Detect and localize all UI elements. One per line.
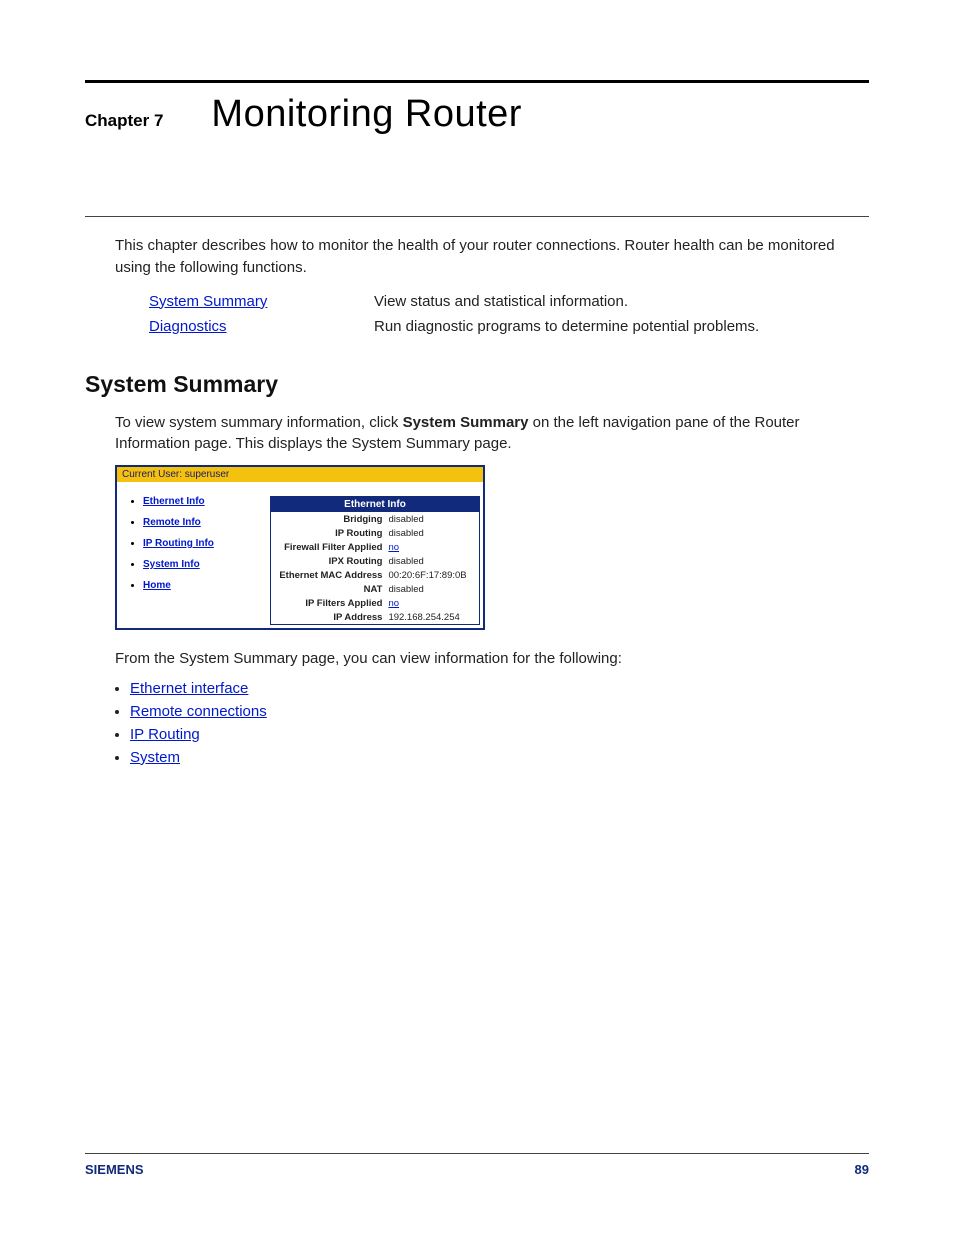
info-value: disabled <box>385 554 479 568</box>
page-footer: SIEMENS 89 <box>85 1153 869 1177</box>
link-ethernet-interface[interactable]: Ethernet interface <box>130 680 248 697</box>
intro-paragraph: This chapter describes how to monitor th… <box>115 235 869 279</box>
screenshot-nav: Ethernet Info Remote Info IP Routing Inf… <box>117 482 267 628</box>
info-value: disabled <box>385 582 479 596</box>
nav-system-info[interactable]: System Info <box>143 559 200 570</box>
after-text: From the System Summary page, you can vi… <box>115 648 869 670</box>
info-key: Firewall Filter Applied <box>271 540 386 554</box>
chapter-label: Chapter 7 <box>85 111 163 131</box>
section-body: To view system summary information, clic… <box>115 412 869 456</box>
section-heading-system-summary: System Summary <box>85 371 869 398</box>
link-remote-connections[interactable]: Remote connections <box>130 703 267 720</box>
info-key: Bridging <box>271 512 386 526</box>
embedded-screenshot: Current User: superuser Ethernet Info Re… <box>115 465 485 630</box>
link-diagnostics[interactable]: Diagnostics <box>149 318 227 335</box>
nav-remote-info[interactable]: Remote Info <box>143 517 201 528</box>
section-body-pre: To view system summary information, clic… <box>115 414 403 431</box>
screenshot-topbar: Current User: superuser <box>117 467 483 482</box>
ethernet-info-table: Ethernet Info BridgingdisabledIP Routing… <box>270 496 480 625</box>
link-system-summary[interactable]: System Summary <box>149 293 267 310</box>
info-key: IP Address <box>271 610 386 625</box>
info-value: disabled <box>385 512 479 526</box>
panel-title: Ethernet Info <box>271 497 480 513</box>
info-value: 00:20:6F:17:89:0B <box>385 568 479 582</box>
after-links-list: Ethernet interface Remote connections IP… <box>130 680 869 766</box>
link-ip-routing[interactable]: IP Routing <box>130 726 200 743</box>
functions-table: System Summary View status and statistic… <box>149 293 869 335</box>
section-body-bold: System Summary <box>403 414 529 431</box>
desc-diagnostics: Run diagnostic programs to determine pot… <box>374 318 869 335</box>
chapter-title: Monitoring Router <box>211 93 522 136</box>
info-key: NAT <box>271 582 386 596</box>
desc-system-summary: View status and statistical information. <box>374 293 869 310</box>
footer-brand: SIEMENS <box>85 1162 144 1177</box>
nav-ethernet-info[interactable]: Ethernet Info <box>143 496 205 507</box>
link-system[interactable]: System <box>130 749 180 766</box>
info-value[interactable]: no <box>385 540 479 554</box>
info-key: IPX Routing <box>271 554 386 568</box>
info-key: Ethernet MAC Address <box>271 568 386 582</box>
info-value[interactable]: no <box>385 596 479 610</box>
info-key: IP Routing <box>271 526 386 540</box>
info-key: IP Filters Applied <box>271 596 386 610</box>
footer-page-number: 89 <box>855 1162 869 1177</box>
info-value: 192.168.254.254 <box>385 610 479 625</box>
info-value: disabled <box>385 526 479 540</box>
nav-home[interactable]: Home <box>143 580 171 591</box>
chapter-heading: Chapter 7 Monitoring Router <box>85 93 869 136</box>
nav-ip-routing-info[interactable]: IP Routing Info <box>143 538 214 549</box>
